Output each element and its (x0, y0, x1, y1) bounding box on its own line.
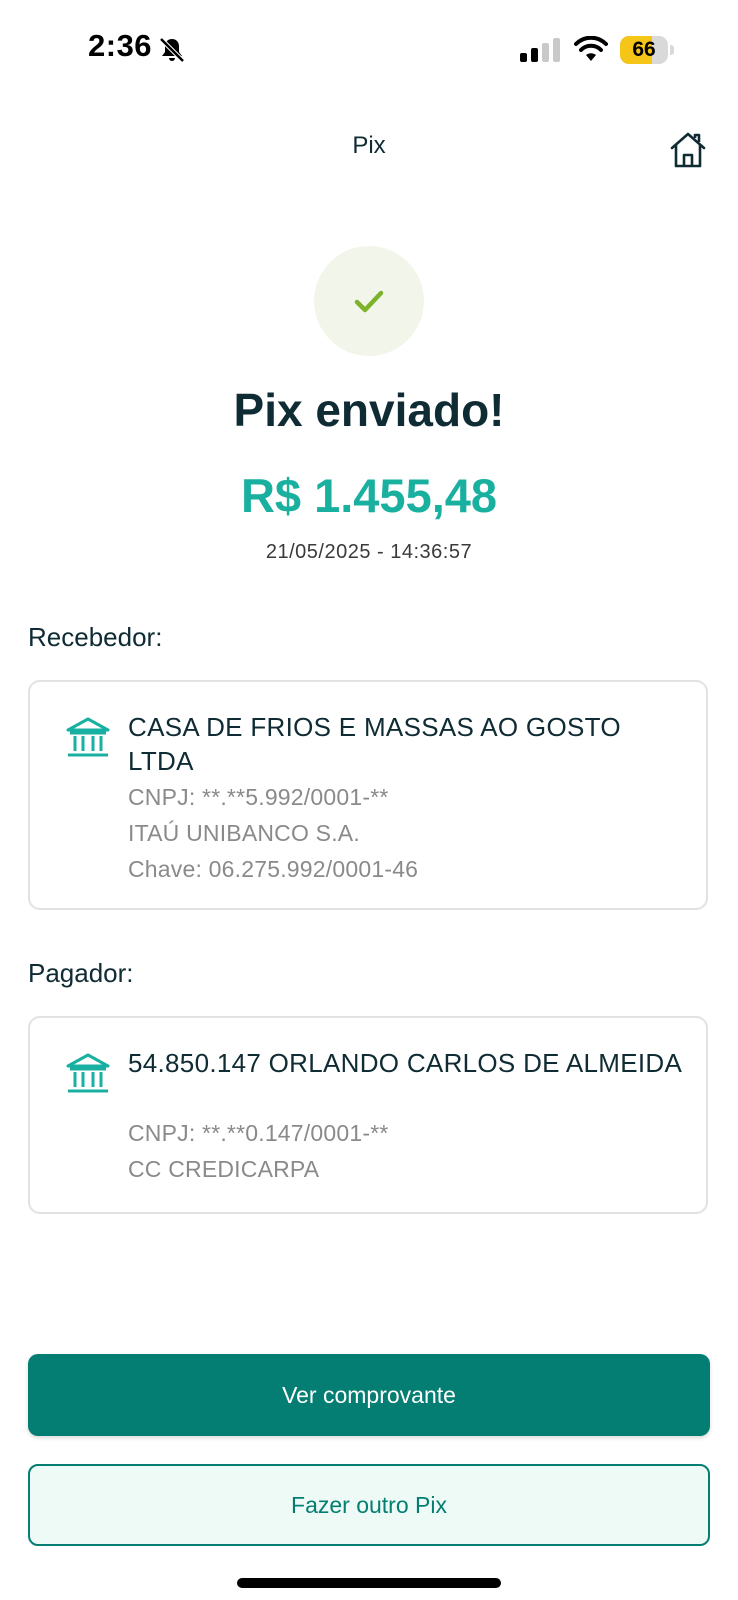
page-title: Pix (352, 132, 386, 159)
status-time: 2:36 (88, 28, 153, 63)
battery-tip (670, 45, 674, 55)
receiver-document: CNPJ: **.**5.992/0001-** (128, 784, 389, 810)
check-icon (354, 290, 384, 313)
wifi-icon (574, 36, 608, 61)
bell-slash-icon (159, 37, 185, 63)
battery-indicator: 66 (620, 36, 674, 64)
home-icon[interactable] (668, 130, 708, 170)
bank-icon (66, 717, 110, 757)
receiver-label: Recebedor: (28, 622, 163, 652)
bank-icon (66, 1053, 110, 1093)
receiver-bank: ITAÚ UNIBANCO S.A. (128, 820, 360, 846)
receiver-card: CASA DE FRIOS E MASSAS AO GOSTO LTDA CNP… (28, 680, 708, 910)
receiver-key: Chave: 06.275.992/0001-46 (128, 856, 419, 882)
payer-name: 54.850.147 ORLANDO CARLOS DE ALMEIDA (128, 1048, 683, 1078)
amount: R$ 1.455,48 (240, 469, 498, 522)
signal-icon (520, 38, 560, 62)
transaction-datetime: 21/05/2025 - 14:36:57 (265, 541, 473, 563)
result-title: Pix enviado! (233, 384, 505, 436)
success-badge (314, 246, 424, 356)
payer-document: CNPJ: **.**0.147/0001-** (128, 1120, 389, 1146)
payer-card: 54.850.147 ORLANDO CARLOS DE ALMEIDA CNP… (28, 1016, 708, 1214)
home-indicator (237, 1578, 501, 1588)
battery-body: 66 (620, 36, 668, 64)
receiver-name: CASA DE FRIOS E MASSAS AO GOSTO LTDA (128, 712, 621, 776)
new-pix-button[interactable]: Fazer outro Pix (28, 1464, 710, 1546)
payer-label: Pagador: (28, 958, 134, 988)
view-receipt-button[interactable]: Ver comprovante (28, 1354, 710, 1436)
battery-level: 66 (632, 38, 656, 61)
payer-account: CC CREDICARPA (128, 1156, 320, 1182)
